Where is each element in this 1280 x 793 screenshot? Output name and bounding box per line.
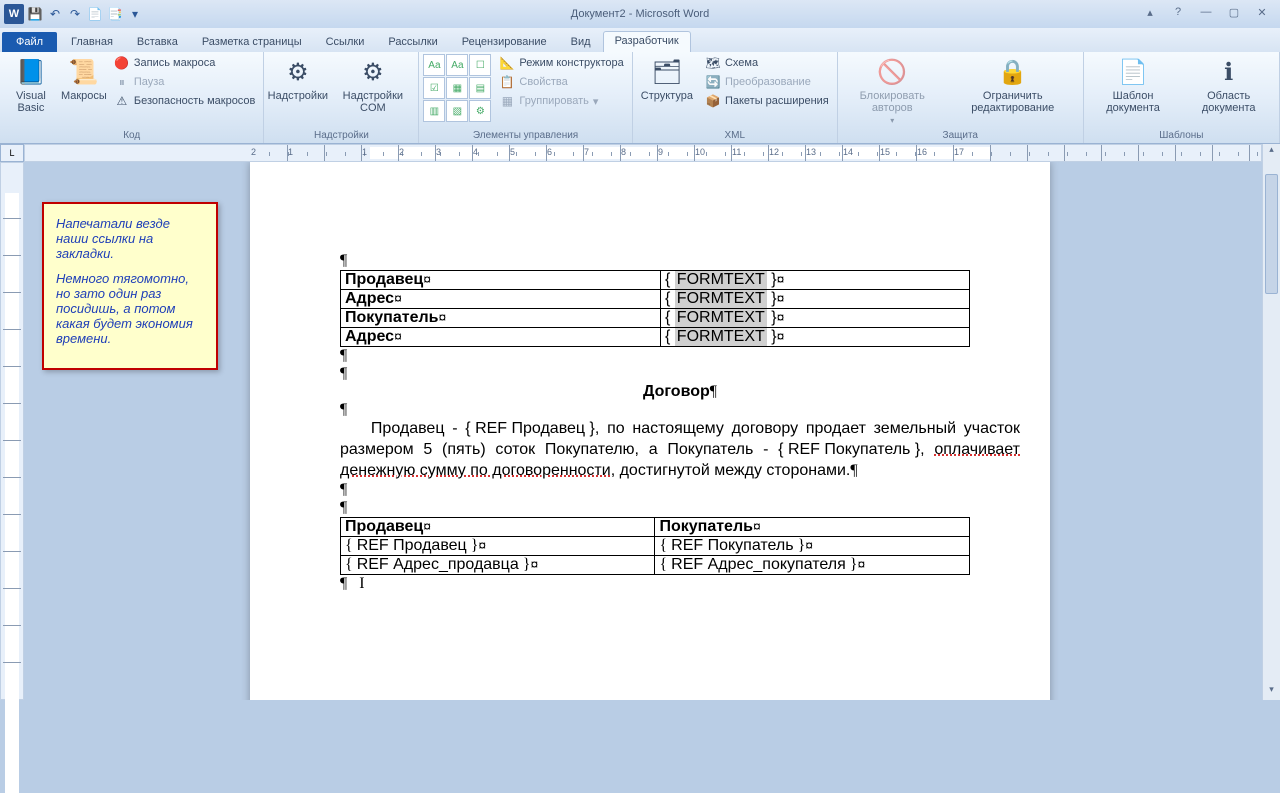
- tab-view[interactable]: Вид: [559, 32, 603, 52]
- contract-body: Продавец - { REF Продавец }, по настояще…: [340, 419, 1020, 481]
- block-icon: 🚫: [876, 56, 908, 88]
- block-authors-button[interactable]: 🚫Блокировать авторов▾: [842, 54, 943, 127]
- ribbon-group-templates: 📄Шаблон документа ℹОбласть документа Шаб…: [1084, 52, 1280, 143]
- tab-layout[interactable]: Разметка страницы: [190, 32, 314, 52]
- qat-icon-4[interactable]: 📄: [86, 5, 104, 23]
- design-mode-button[interactable]: 📐Режим конструктора: [495, 54, 627, 72]
- macros-icon: 📜: [68, 56, 100, 88]
- record-icon: 🔴: [114, 55, 130, 71]
- visual-basic-button[interactable]: 📘Visual Basic: [4, 54, 58, 116]
- help-icon[interactable]: ?: [1168, 6, 1188, 22]
- vertical-ruler[interactable]: [0, 162, 24, 700]
- scroll-thumb[interactable]: [1265, 174, 1278, 294]
- document-panel-button[interactable]: ℹОбласть документа: [1182, 54, 1275, 116]
- ribbon-group-protect: 🚫Блокировать авторов▾ 🔒Ограничить редакт…: [838, 52, 1084, 143]
- macros-button[interactable]: 📜Макросы: [62, 54, 106, 104]
- ribbon-tabs: Файл Главная Вставка Разметка страницы С…: [0, 28, 1280, 52]
- com-addins-button[interactable]: ⚙Надстройки COM: [331, 54, 414, 116]
- pause-macro-button[interactable]: ⏸Пауза: [110, 73, 260, 91]
- quick-access-toolbar: W 💾 ↶ ↷ 📄 📑 ▾: [0, 4, 148, 24]
- document-template-button[interactable]: 📄Шаблон документа: [1088, 54, 1179, 116]
- restrict-edit-button[interactable]: 🔒Ограничить редактирование: [947, 54, 1079, 116]
- group-button[interactable]: ▦Группировать ▾: [495, 92, 627, 110]
- gear-icon: ⚙: [357, 56, 389, 88]
- pause-icon: ⏸: [114, 74, 130, 90]
- tutorial-callout: Напечатали везде наши ссылки на закладки…: [42, 202, 218, 370]
- tab-developer[interactable]: Разработчик: [603, 31, 691, 52]
- table-row: Адрес{ FORMTEXT }: [341, 290, 970, 309]
- tab-references[interactable]: Ссылки: [314, 32, 377, 52]
- tab-file[interactable]: Файл: [2, 32, 57, 52]
- properties-icon: 📋: [499, 74, 515, 90]
- package-icon: 📦: [705, 93, 721, 109]
- tab-mailings[interactable]: Рассылки: [376, 32, 449, 52]
- ribbon-group-controls: AaAa☐ ☑▦▤ ▥▧⚙ 📐Режим конструктора 📋Свойс…: [419, 52, 632, 143]
- ribbon: 📘Visual Basic 📜Макросы 🔴Запись макроса ⏸…: [0, 52, 1280, 144]
- titlebar: W 💾 ↶ ↷ 📄 📑 ▾ Документ2 - Microsoft Word…: [0, 0, 1280, 28]
- table-row: Продавец{ FORMTEXT }: [341, 271, 970, 290]
- scroll-down-icon[interactable]: ▾: [1263, 684, 1280, 700]
- panel-icon: ℹ: [1213, 56, 1245, 88]
- properties-button[interactable]: 📋Свойства: [495, 73, 627, 91]
- ribbon-group-code: 📘Visual Basic 📜Макросы 🔴Запись макроса ⏸…: [0, 52, 264, 143]
- horizontal-ruler[interactable]: 211234567891011121314151617: [24, 144, 1262, 162]
- addins-button[interactable]: ⚙Надстройки: [268, 54, 327, 104]
- gear-icon: ⚙: [282, 56, 314, 88]
- schema-icon: 🗺: [705, 55, 721, 71]
- controls-gallery[interactable]: AaAa☐ ☑▦▤ ▥▧⚙: [423, 54, 491, 122]
- save-icon[interactable]: 💾: [26, 5, 44, 23]
- tab-home[interactable]: Главная: [59, 32, 125, 52]
- scroll-up-icon[interactable]: ▴: [1263, 144, 1280, 160]
- ribbon-group-addins: ⚙Надстройки ⚙Надстройки COM Надстройки: [264, 52, 419, 143]
- qat-icon-5[interactable]: 📑: [106, 5, 124, 23]
- window-title: Документ2 - Microsoft Word: [148, 8, 1132, 20]
- warning-icon: ⚠: [114, 93, 130, 109]
- structure-icon: 🗂: [651, 56, 683, 88]
- vb-icon: 📘: [15, 56, 47, 88]
- document-area[interactable]: Напечатали везде наши ссылки на закладки…: [24, 162, 1262, 700]
- qat-dropdown-icon[interactable]: ▾: [126, 5, 144, 23]
- header-table[interactable]: Продавец{ FORMTEXT } Адрес{ FORMTEXT } П…: [340, 270, 970, 347]
- group-icon: ▦: [499, 93, 515, 109]
- design-icon: 📐: [499, 55, 515, 71]
- maximize-icon[interactable]: ▢: [1224, 6, 1244, 22]
- tab-insert[interactable]: Вставка: [125, 32, 190, 52]
- table-row: Адрес{ FORMTEXT }: [341, 328, 970, 347]
- structure-button[interactable]: 🗂Структура: [637, 54, 697, 104]
- signature-table[interactable]: ПродавецПокупатель { REF Продавец }{ REF…: [340, 517, 970, 575]
- word-icon: W: [4, 4, 24, 24]
- ribbon-group-xml: 🗂Структура 🗺Схема 🔄Преобразование 📦Пакет…: [633, 52, 838, 143]
- minimize-ribbon-icon[interactable]: ▴: [1140, 6, 1160, 22]
- document-page[interactable]: ¶ Продавец{ FORMTEXT } Адрес{ FORMTEXT }…: [250, 162, 1050, 700]
- doc-heading: Договор: [643, 383, 710, 400]
- record-macro-button[interactable]: 🔴Запись макроса: [110, 54, 260, 72]
- transform-button[interactable]: 🔄Преобразование: [701, 73, 833, 91]
- undo-icon[interactable]: ↶: [46, 5, 64, 23]
- ruler-corner[interactable]: L: [0, 144, 24, 162]
- window-controls: ▴ ? — ▢ ✕: [1132, 6, 1280, 22]
- macro-security-button[interactable]: ⚠Безопасность макросов: [110, 92, 260, 110]
- schema-button[interactable]: 🗺Схема: [701, 54, 833, 72]
- minimize-icon[interactable]: —: [1196, 6, 1216, 22]
- table-row: Покупатель{ FORMTEXT }: [341, 309, 970, 328]
- tab-review[interactable]: Рецензирование: [450, 32, 559, 52]
- template-icon: 📄: [1117, 56, 1149, 88]
- workspace: L 211234567891011121314151617 Напечатали…: [0, 144, 1280, 700]
- close-icon[interactable]: ✕: [1252, 6, 1272, 22]
- expansion-button[interactable]: 📦Пакеты расширения: [701, 92, 833, 110]
- lock-icon: 🔒: [997, 56, 1029, 88]
- vertical-scrollbar[interactable]: ▴ ▾: [1262, 144, 1280, 700]
- redo-icon[interactable]: ↷: [66, 5, 84, 23]
- transform-icon: 🔄: [705, 74, 721, 90]
